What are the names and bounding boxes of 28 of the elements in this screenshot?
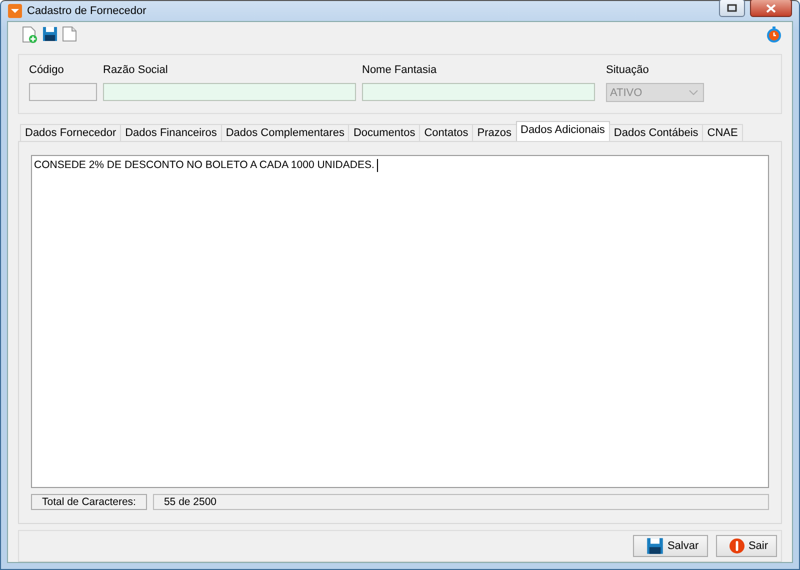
tab[interactable]: CNAE: [702, 124, 743, 141]
field-label: Nome Fantasia: [362, 64, 438, 78]
save-icon[interactable]: [42, 26, 58, 42]
text-area[interactable]: CONSEDE 2% DE DESCONTO NO BOLETO A CADA 1000 UNIDADES.: [31, 155, 769, 488]
exit-button[interactable]: Sair: [716, 535, 777, 557]
power-icon: [729, 538, 746, 554]
close-icon: [766, 4, 776, 12]
counter-label: Total de Caracteres:: [31, 494, 147, 510]
restore-button[interactable]: [719, 0, 745, 17]
counter-value: 55 de 2500: [152, 494, 769, 510]
save-icon: [646, 537, 664, 555]
input-field[interactable]: [103, 83, 356, 101]
chevron-icon: [689, 90, 698, 95]
close-button[interactable]: [750, 0, 792, 17]
field-label: Razão Social: [103, 64, 169, 78]
app-icon: [8, 4, 22, 18]
window-title: Cadastro de Fornecedor: [27, 5, 146, 17]
text-area-content: CONSEDE 2% DE DESCONTO NO BOLETO A CADA 1000 UNIDADES.: [34, 159, 376, 171]
save-button[interactable]: Salvar: [633, 535, 708, 557]
tab[interactable]: Dados Contábeis: [608, 124, 704, 141]
tab[interactable]: Dados Adicionais: [516, 121, 610, 141]
tab[interactable]: Dados Complementares: [220, 124, 350, 141]
timer-icon[interactable]: [766, 26, 782, 42]
tab[interactable]: Dados Fornecedor: [20, 124, 122, 141]
field-label: Situação: [606, 64, 650, 78]
field-label: Código: [29, 64, 65, 78]
input-field[interactable]: [362, 83, 595, 101]
restore-icon: [727, 4, 737, 12]
